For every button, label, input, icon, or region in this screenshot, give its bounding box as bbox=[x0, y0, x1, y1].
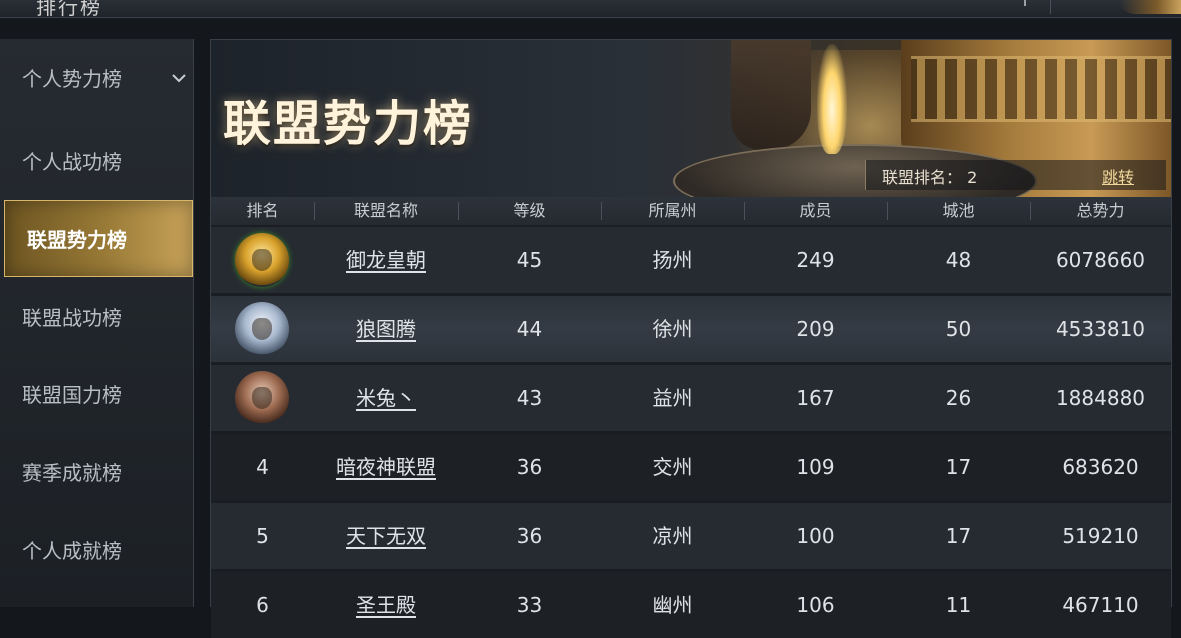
alliance-members: 167 bbox=[796, 386, 835, 410]
alliance-name[interactable]: 圣王殿 bbox=[314, 572, 458, 638]
header-cities: 城池 bbox=[942, 201, 975, 220]
alliance-state: 扬州 bbox=[652, 248, 693, 272]
alliance-name[interactable]: 御龙皇朝 bbox=[314, 227, 458, 293]
alliance-rank: 5 bbox=[256, 524, 269, 548]
alliance-members: 100 bbox=[796, 524, 835, 548]
header-total-power: 总势力 bbox=[1076, 201, 1125, 220]
sidebar-item-personal-power[interactable]: 个人势力榜 bbox=[0, 39, 193, 116]
sidebar-item-personal-merit[interactable]: 个人战功榜 bbox=[0, 122, 193, 199]
alliance-level: 36 bbox=[516, 455, 543, 479]
page-title: 联盟势力榜 bbox=[223, 96, 474, 152]
header-rank: 排名 bbox=[246, 201, 279, 220]
jump-link[interactable]: 跳转 bbox=[1102, 164, 1134, 188]
alliance-cities: 26 bbox=[945, 386, 972, 410]
sidebar-item-label: 个人势力榜 bbox=[22, 67, 122, 91]
alliance-state: 益州 bbox=[652, 386, 693, 410]
sidebar-item-label: 联盟国力榜 bbox=[22, 383, 122, 407]
alliance-power: 683620 bbox=[1062, 455, 1139, 479]
alliance-members: 106 bbox=[796, 593, 835, 617]
alliance-cities: 17 bbox=[945, 524, 972, 548]
header-level: 等级 bbox=[513, 201, 546, 220]
emblem-icon bbox=[1120, 0, 1181, 14]
alliance-level: 36 bbox=[516, 524, 543, 548]
alliance-members: 109 bbox=[796, 455, 835, 479]
sidebar: 个人势力榜 个人战功榜 联盟势力榜 联盟战功榜 联盟国力榜 赛季成就榜 个人成就… bbox=[0, 39, 194, 607]
sidebar-item-label: 联盟战功榜 bbox=[22, 306, 122, 330]
sidebar-item-alliance-merit[interactable]: 联盟战功榜 bbox=[0, 278, 193, 355]
alliance-cities: 11 bbox=[945, 593, 972, 617]
alliance-level: 45 bbox=[516, 248, 543, 272]
alliance-power: 519210 bbox=[1062, 524, 1139, 548]
sidebar-item-label: 个人成就榜 bbox=[22, 539, 122, 563]
alliance-level: 33 bbox=[516, 593, 543, 617]
header-members: 成员 bbox=[799, 201, 832, 220]
alliance-state: 幽州 bbox=[652, 593, 693, 617]
header-state: 所属州 bbox=[648, 201, 697, 220]
alliance-state: 交州 bbox=[652, 455, 693, 479]
alliance-cities: 50 bbox=[945, 317, 972, 341]
window-title: 排行榜 bbox=[36, 0, 102, 19]
alliance-power: 6078660 bbox=[1055, 248, 1146, 272]
alliance-power: 4533810 bbox=[1055, 317, 1146, 341]
alliance-level: 44 bbox=[516, 317, 543, 341]
table-row[interactable]: 御龙皇朝 45 扬州 249 48 6078660 bbox=[211, 227, 1171, 293]
sidebar-item-label: 赛季成就榜 bbox=[22, 461, 122, 485]
silver-medal-icon bbox=[235, 302, 289, 356]
sidebar-item-alliance-power[interactable]: 联盟势力榜 bbox=[4, 200, 193, 277]
alliance-name[interactable]: 暗夜神联盟 bbox=[314, 434, 458, 500]
my-rank-text: 联盟排名： 2 bbox=[882, 168, 978, 187]
gold-medal-icon bbox=[235, 233, 289, 287]
alliance-rank: 6 bbox=[256, 593, 269, 617]
top-divider bbox=[1050, 0, 1051, 14]
table-row[interactable]: 狼图腾 44 徐州 209 50 4533810 bbox=[211, 296, 1171, 362]
sidebar-item-label: 个人战功榜 bbox=[22, 150, 122, 174]
alliance-name[interactable]: 天下无双 bbox=[314, 503, 458, 569]
ranking-panel: 联盟势力榜 联盟排名： 2 跳转 排名 联盟名称 等级 所属州 成员 城池 总势… bbox=[210, 39, 1172, 638]
my-rank-value: 2 bbox=[967, 168, 978, 187]
banner-pattern-art bbox=[911, 56, 1171, 122]
alliance-power: 1884880 bbox=[1055, 386, 1146, 410]
alliance-level: 43 bbox=[516, 386, 543, 410]
table-row[interactable]: 5 天下无双 36 凉州 100 17 519210 bbox=[211, 503, 1171, 569]
bronze-medal-icon bbox=[235, 371, 289, 425]
header-alliance-name: 联盟名称 bbox=[353, 201, 418, 220]
top-bar: 排行榜 bbox=[0, 0, 1181, 19]
alliance-state: 徐州 bbox=[652, 317, 693, 341]
table-row[interactable]: 米兔丶 43 益州 167 26 1884880 bbox=[211, 365, 1171, 431]
alliance-name[interactable]: 米兔丶 bbox=[314, 365, 458, 431]
alliance-name[interactable]: 狼图腾 bbox=[314, 296, 458, 362]
ranking-banner: 联盟势力榜 联盟排名： 2 跳转 bbox=[211, 40, 1171, 197]
table-header: 排名 联盟名称 等级 所属州 成员 城池 总势力 bbox=[211, 197, 1171, 225]
alliance-members: 209 bbox=[796, 317, 835, 341]
alliance-cities: 17 bbox=[945, 455, 972, 479]
alliance-state: 凉州 bbox=[652, 524, 693, 548]
alliance-power: 467110 bbox=[1062, 593, 1139, 617]
table-row[interactable]: 4 暗夜神联盟 36 交州 109 17 683620 bbox=[211, 434, 1171, 500]
sidebar-item-personal-achievement[interactable]: 个人成就榜 bbox=[0, 511, 193, 588]
table-row[interactable]: 6 圣王殿 33 幽州 106 11 467110 bbox=[211, 572, 1171, 638]
alliance-cities: 48 bbox=[945, 248, 972, 272]
chevron-down-icon[interactable] bbox=[165, 68, 193, 87]
sidebar-item-alliance-national-power[interactable]: 联盟国力榜 bbox=[0, 355, 193, 432]
alliance-rank: 4 bbox=[256, 455, 269, 479]
banner-hand-art bbox=[731, 40, 811, 150]
my-rank-box: 联盟排名： 2 跳转 bbox=[865, 160, 1166, 190]
sidebar-item-label: 联盟势力榜 bbox=[27, 228, 127, 252]
alliance-members: 249 bbox=[796, 248, 835, 272]
top-divider-tick bbox=[1024, 0, 1026, 6]
sidebar-item-season-achievement[interactable]: 赛季成就榜 bbox=[0, 433, 193, 510]
flame-icon bbox=[817, 44, 847, 154]
